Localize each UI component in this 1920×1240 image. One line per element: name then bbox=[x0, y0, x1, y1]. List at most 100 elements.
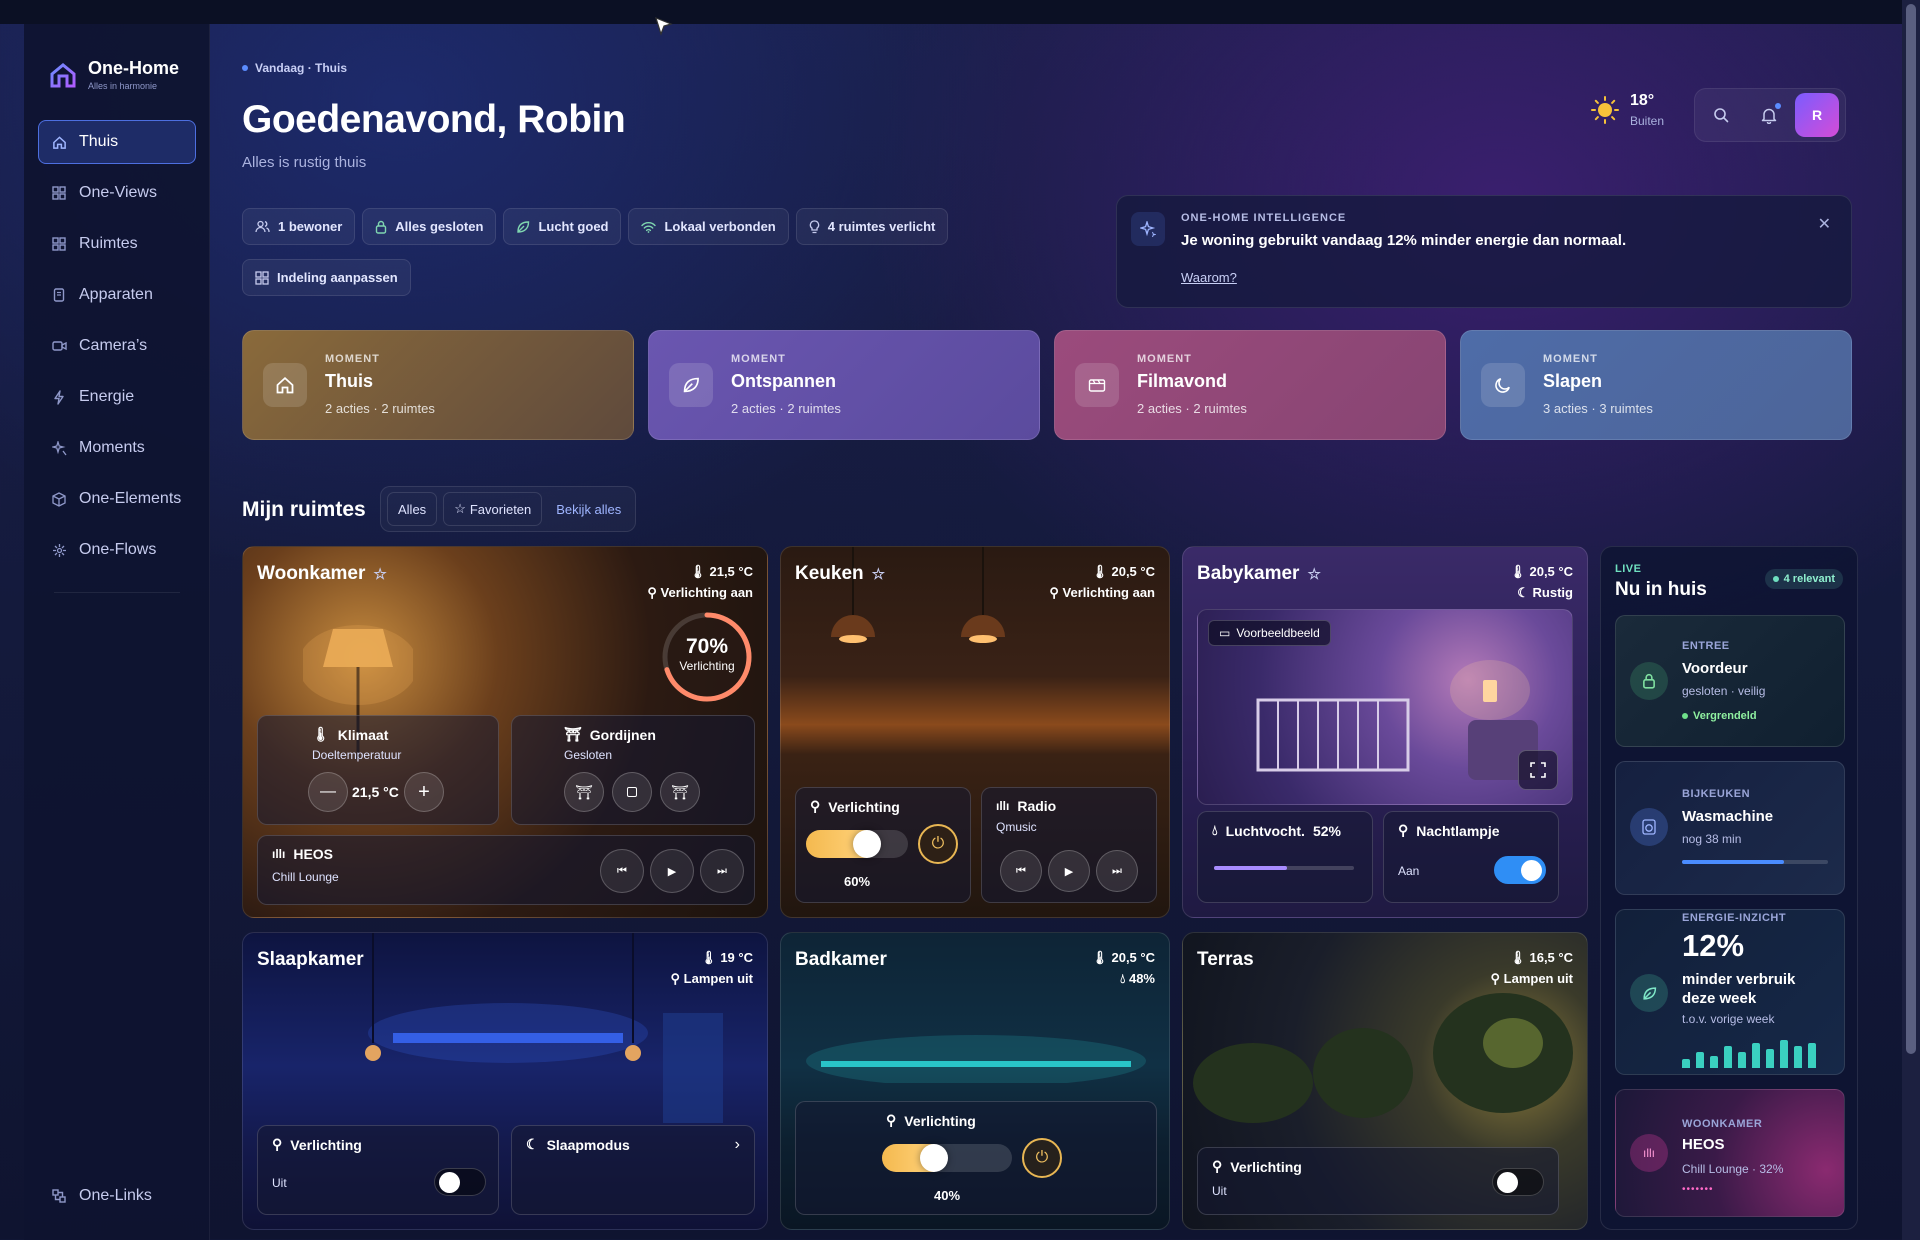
nav-label: One-Links bbox=[79, 1187, 152, 1204]
moment-slapen[interactable]: MOMENT Slapen 3 acties · 3 ruimtes bbox=[1460, 330, 1852, 440]
next-button[interactable]: ⏭︎ bbox=[1096, 850, 1138, 892]
filter-alles[interactable]: Alles bbox=[387, 492, 438, 526]
bulb-icon: ⚲ bbox=[272, 1136, 283, 1152]
audio-icon: ıllı bbox=[996, 799, 1010, 813]
page-scrollbar[interactable] bbox=[1902, 0, 1920, 1240]
nav-item-energie[interactable]: Energie bbox=[38, 375, 196, 419]
nav-item-one-links[interactable]: One-Links bbox=[38, 1174, 196, 1218]
room-name: Babykamer ☆ bbox=[1197, 563, 1321, 584]
verlichting-toggle[interactable] bbox=[1492, 1168, 1544, 1196]
chip-verbonden[interactable]: Lokaal verbonden bbox=[628, 208, 789, 245]
nav-item-one-flows[interactable]: One-Flows bbox=[38, 528, 196, 572]
nav-item-moments[interactable]: Moments bbox=[38, 426, 196, 470]
live-card-heos[interactable]: ıllı WOONKAMER HEOS Chill Lounge · 32% •… bbox=[1615, 1089, 1845, 1217]
room-name: Woonkamer ☆ bbox=[257, 563, 387, 584]
close-icon[interactable]: ✕ bbox=[1818, 214, 1831, 234]
brand[interactable]: One-Home Alles in harmonie bbox=[48, 58, 179, 91]
nav-item-one-views[interactable]: One-Views bbox=[38, 171, 196, 215]
chip-lucht[interactable]: Lucht goed bbox=[503, 208, 622, 245]
bekijk-alles-link[interactable]: Bekijk alles bbox=[548, 492, 629, 526]
chip-bewoner[interactable]: 1 bewoner bbox=[242, 208, 356, 245]
camera-preview[interactable]: ▭ Voorbeeldbeeld bbox=[1197, 609, 1573, 805]
nachtlampje-toggle[interactable] bbox=[1494, 856, 1546, 884]
chip-gesloten[interactable]: Alles gesloten bbox=[362, 208, 497, 245]
target-temp: 21,5 °C bbox=[352, 784, 399, 800]
power-button[interactable]: ⏻ bbox=[1022, 1138, 1062, 1178]
live-card-energie[interactable]: ENERGIE-INZICHT 12% minder verbruik deze… bbox=[1615, 909, 1845, 1075]
avatar[interactable]: R bbox=[1795, 93, 1839, 137]
flow-icon bbox=[51, 542, 67, 558]
nav-item-one-elements[interactable]: One-Elements bbox=[38, 477, 196, 521]
room-card-keuken[interactable]: Keuken ☆ 🌡︎ 20,5 °C ⚲ Verlichting aan ⚲ Ve… bbox=[780, 546, 1170, 918]
decrease-temp-button[interactable]: — bbox=[308, 772, 348, 812]
slaapmodus-panel[interactable]: ☾ Slaapmodus › bbox=[511, 1125, 755, 1215]
room-card-woonkamer[interactable]: Woonkamer ☆ 🌡︎ 21,5 °C ⚲ Verlichting aan … bbox=[242, 546, 768, 918]
waarom-link[interactable]: Waarom? bbox=[1181, 270, 1237, 285]
chip-verlicht[interactable]: 4 ruimtes verlicht bbox=[795, 208, 949, 245]
curtain-open-button[interactable]: ⛩︎ bbox=[564, 772, 604, 812]
nav-item-ruimtes[interactable]: Ruimtes bbox=[38, 222, 196, 266]
play-button[interactable]: ▶ bbox=[1048, 850, 1090, 892]
nachtlampje-panel: ⚲ Nachtlampje Aan bbox=[1383, 811, 1559, 903]
room-card-babykamer[interactable]: Babykamer ☆ 🌡︎ 20,5 °C ☾ Rustig ▭ Voorbeel… bbox=[1182, 546, 1588, 918]
bulb-icon: ⚲ bbox=[670, 971, 681, 986]
home-icon bbox=[51, 134, 67, 150]
favorite-star-icon[interactable]: ☆ bbox=[872, 565, 885, 583]
favorite-star-icon[interactable]: ☆ bbox=[1307, 565, 1320, 583]
thermometer-icon: 🌡︎ bbox=[689, 564, 706, 579]
nav-label: Apparaten bbox=[79, 286, 153, 303]
room-meta: 🌡︎ 19 °C ⚲ Lampen uit bbox=[670, 950, 754, 986]
bulb-icon: ⚲ bbox=[1398, 822, 1409, 838]
moment-title: Ontspannen bbox=[731, 371, 837, 391]
indeling-aanpassen-button[interactable]: Indeling aanpassen bbox=[242, 259, 411, 296]
previous-button[interactable]: ⏮︎ bbox=[600, 849, 644, 893]
nav-label: One-Views bbox=[79, 184, 157, 201]
live-card-voordeur[interactable]: ENTREE Voordeur gesloten · veilig Vergre… bbox=[1615, 615, 1845, 747]
bell-icon bbox=[1761, 108, 1777, 124]
verlichting-toggle[interactable] bbox=[434, 1168, 486, 1196]
scrollbar-thumb[interactable] bbox=[1906, 4, 1916, 1054]
slider-knob[interactable] bbox=[853, 830, 881, 858]
weather-widget[interactable]: 18° Buiten bbox=[1590, 92, 1664, 128]
moment-thuis[interactable]: MOMENT Thuis 2 acties · 2 ruimtes bbox=[242, 330, 634, 440]
weather-label: Buiten bbox=[1630, 114, 1665, 128]
moment-filmavond[interactable]: MOMENT Filmavond 2 acties · 2 ruimtes bbox=[1054, 330, 1446, 440]
search-button[interactable] bbox=[1699, 93, 1743, 137]
room-card-terras[interactable]: Terras 🌡︎ 16,5 °C ⚲ Lampen uit ⚲ Verlicht… bbox=[1182, 932, 1588, 1230]
room-name: Terras bbox=[1197, 949, 1254, 970]
users-icon bbox=[255, 220, 270, 233]
nav-item-cameras[interactable]: Camera’s bbox=[38, 324, 196, 368]
section-title: Mijn ruimtes bbox=[242, 498, 366, 521]
previous-button[interactable]: ⏮︎ bbox=[1000, 850, 1042, 892]
panel-title: 🌡︎ Klimaat bbox=[312, 726, 389, 743]
previous-icon: ⏮︎ bbox=[1016, 864, 1026, 877]
live-card-wasmachine[interactable]: BIJKEUKEN Wasmachine nog 38 min bbox=[1615, 761, 1845, 895]
curtain-close-button[interactable]: ⛩︎ bbox=[660, 772, 700, 812]
play-button[interactable]: ▶ bbox=[650, 849, 694, 893]
app-shell: One-Home Alles in harmonie Thuis One-Vie… bbox=[24, 24, 1882, 1240]
next-button[interactable]: ⏭︎ bbox=[700, 849, 744, 893]
header-actions: R bbox=[1694, 88, 1846, 142]
slider-knob[interactable] bbox=[920, 1144, 948, 1172]
room-card-badkamer[interactable]: Badkamer 🌡︎ 20,5 °C 💧︎ 48% ⚲ Verlichting … bbox=[780, 932, 1170, 1230]
notifications-button[interactable] bbox=[1747, 93, 1791, 137]
room-meta: 🌡︎ 20,5 °C ⚲ Verlichting aan bbox=[1049, 564, 1155, 600]
moments-row: MOMENT Thuis 2 acties · 2 ruimtes MOMENT… bbox=[242, 330, 1852, 440]
filter-favorieten[interactable]: ☆ Favorieten bbox=[443, 492, 543, 526]
camera-icon bbox=[51, 338, 67, 354]
power-button[interactable]: ⏻ bbox=[918, 824, 958, 864]
lock-icon bbox=[375, 220, 387, 234]
fullscreen-button[interactable] bbox=[1518, 750, 1558, 790]
nav-item-apparaten[interactable]: Apparaten bbox=[38, 273, 196, 317]
search-icon bbox=[1714, 108, 1729, 123]
curtain-stop-button[interactable] bbox=[612, 772, 652, 812]
moment-ontspannen[interactable]: MOMENT Ontspannen 2 acties · 2 ruimtes bbox=[648, 330, 1040, 440]
one-home-logo-icon bbox=[50, 62, 76, 87]
nav-item-thuis[interactable]: Thuis bbox=[38, 120, 196, 164]
increase-temp-button[interactable]: + bbox=[404, 772, 444, 812]
favorite-star-icon[interactable]: ☆ bbox=[373, 565, 386, 583]
moon-icon: ☾ bbox=[526, 1136, 539, 1152]
room-card-slaapkamer[interactable]: Slaapkamer 🌡︎ 19 °C ⚲ Lampen uit ⚲ Verlic… bbox=[242, 932, 768, 1230]
energy-bar bbox=[1794, 1046, 1802, 1068]
moment-title: Thuis bbox=[325, 371, 373, 391]
